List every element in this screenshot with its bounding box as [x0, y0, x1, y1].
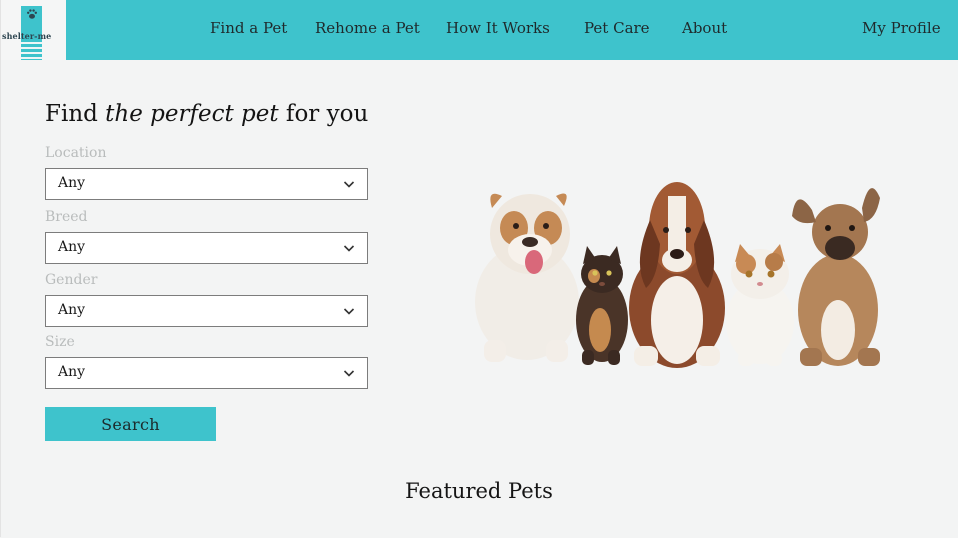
headline-prefix: Find — [45, 101, 106, 127]
location-select-value: Any — [58, 175, 86, 191]
chevron-down-icon — [343, 245, 355, 252]
chevron-down-icon — [343, 370, 355, 377]
site-logo[interactable]: shelter-me — [0, 0, 66, 60]
search-button[interactable]: Search — [45, 407, 216, 441]
top-nav-bar: shelter-me Find a Pet Rehome a Pet How I… — [0, 0, 958, 60]
gender-select-value: Any — [58, 302, 86, 318]
paw-icon — [27, 9, 37, 19]
featured-pets-heading: Featured Pets — [405, 479, 553, 503]
page-headline: Find the perfect pet for you — [45, 101, 368, 127]
breed-label: Breed — [45, 209, 88, 225]
nav-my-profile[interactable]: My Profile — [862, 19, 941, 37]
size-select[interactable]: Any — [45, 357, 368, 389]
bulldog-illustration — [475, 193, 579, 362]
basset-hound-illustration — [629, 182, 725, 368]
nav-pet-care[interactable]: Pet Care — [584, 19, 650, 37]
french-bulldog-illustration — [792, 188, 880, 366]
nav-about[interactable]: About — [682, 19, 727, 37]
size-select-value: Any — [58, 364, 86, 380]
cat-illustration — [726, 244, 794, 366]
nav-find-a-pet[interactable]: Find a Pet — [210, 19, 287, 37]
breed-select[interactable]: Any — [45, 232, 368, 264]
location-select[interactable]: Any — [45, 168, 368, 200]
chevron-down-icon — [343, 181, 355, 188]
headline-suffix: for you — [278, 101, 369, 127]
gender-label: Gender — [45, 272, 98, 288]
hero-pets-image — [475, 182, 880, 368]
nav-how-it-works[interactable]: How It Works — [446, 19, 550, 37]
breed-select-value: Any — [58, 239, 86, 255]
chevron-down-icon — [343, 308, 355, 315]
nav-rehome-a-pet[interactable]: Rehome a Pet — [315, 19, 420, 37]
kitten-illustration — [576, 246, 628, 365]
logo-text: shelter-me — [2, 31, 52, 41]
headline-emphasis: the perfect pet — [105, 101, 279, 127]
gender-select[interactable]: Any — [45, 295, 368, 327]
location-label: Location — [45, 145, 107, 161]
size-label: Size — [45, 334, 75, 350]
